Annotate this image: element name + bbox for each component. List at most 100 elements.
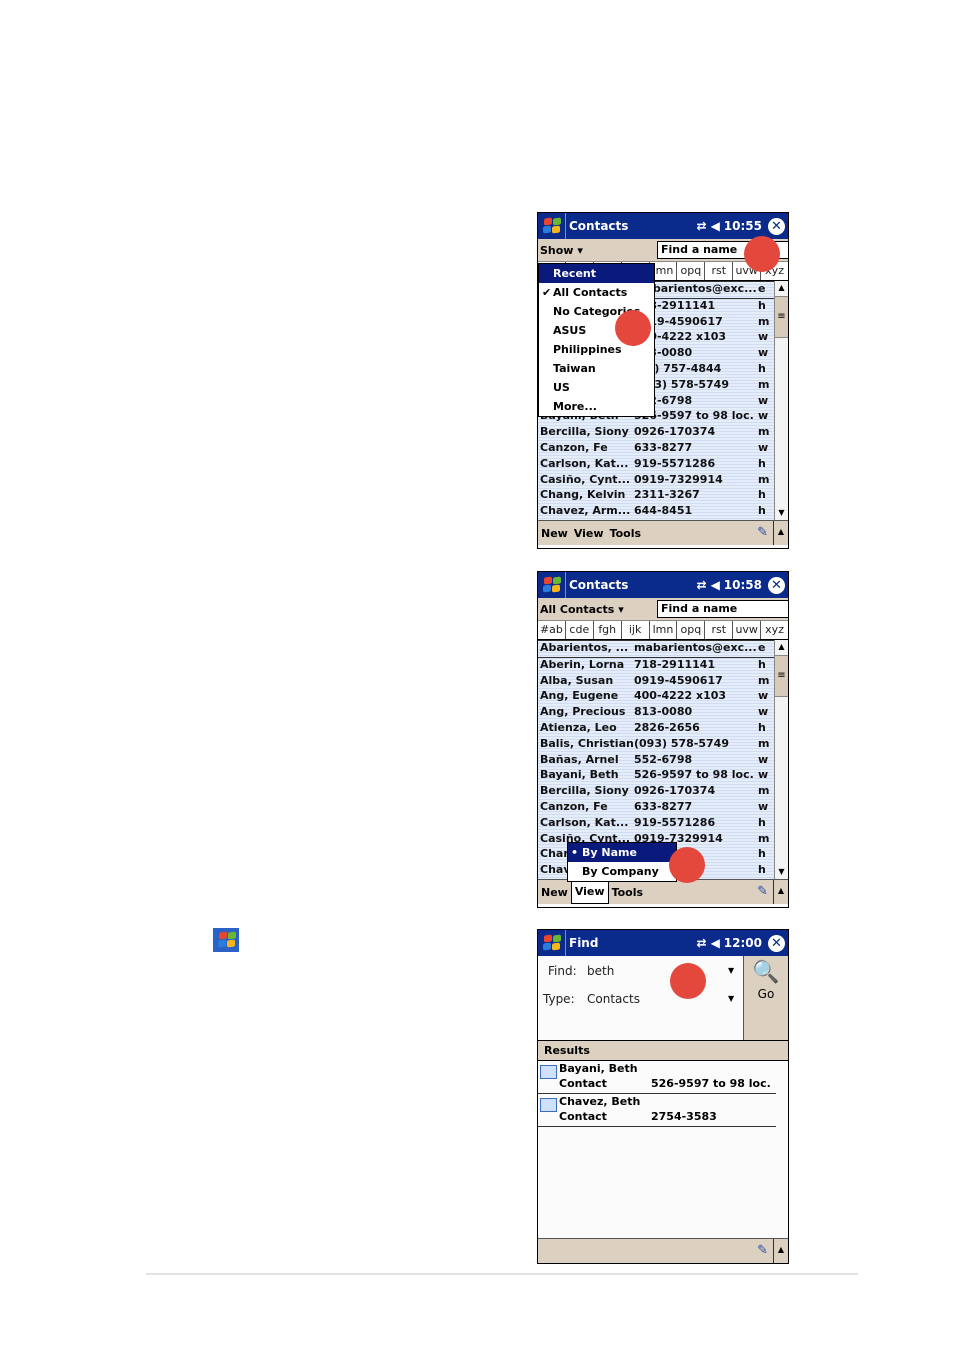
go-button[interactable]: 🔍 Go — [743, 956, 788, 1040]
contact-row[interactable]: Abarientos, ... mabarientos@exc...e — [538, 640, 788, 658]
contact-type: e — [758, 641, 766, 654]
sip-toggle-icon[interactable]: ▲ — [773, 1239, 788, 1263]
contact-row[interactable]: Balis, Christian(093) 578-5749 m — [538, 737, 788, 753]
view-menu-item[interactable]: • By Name — [568, 843, 676, 862]
view-menu-item[interactable]: By Company — [568, 862, 676, 881]
close-icon[interactable]: ✕ — [768, 217, 785, 235]
menu-bar: ✎ ▲ — [538, 1238, 788, 1263]
contact-row[interactable]: Canzon, Fe 633-8277 w — [538, 441, 788, 457]
scroll-down-icon[interactable]: ▼ — [775, 865, 788, 879]
connectivity-icon[interactable]: ⇄ — [697, 219, 707, 233]
sip-toggle-icon[interactable]: ▲ — [773, 880, 788, 904]
contact-row[interactable]: Carlson, Kat... 919-5571286 h — [538, 816, 788, 832]
start-menu-icon[interactable] — [540, 216, 562, 236]
scroll-up-icon[interactable]: ▲ — [775, 281, 788, 295]
contact-row[interactable]: Bercilla, Siony 0926-170374 m — [538, 784, 788, 800]
contact-row[interactable]: Atienza, Leo 2826-2656 h — [538, 721, 788, 737]
abc-tab[interactable]: opq — [677, 262, 706, 280]
type-dropdown-icon[interactable]: ▼ — [728, 994, 734, 1003]
result-item[interactable]: Bayani, Beth Contact 526-9597 to 98 loc. — [538, 1061, 776, 1094]
category-menu-item[interactable]: ✔ All Contacts — [539, 283, 654, 302]
contact-name: Canzon, Fe — [540, 440, 608, 454]
abc-tab[interactable]: rst — [705, 621, 734, 639]
volume-icon[interactable]: ◀ — [711, 578, 720, 592]
contact-phone: 526-9597 to 98 loc. — [634, 768, 754, 782]
contact-phone: 919-5571286 — [634, 456, 716, 470]
scrollbar[interactable]: ▲ ≡ ▼ — [774, 640, 788, 879]
scroll-thumb[interactable]: ≡ — [775, 655, 788, 697]
contact-phone: 2311-3267 — [634, 488, 700, 502]
start-menu-icon[interactable] — [540, 933, 562, 953]
contact-row[interactable]: Casiño, Cynt... 0919-7329914 m — [538, 473, 788, 489]
contact-phone: 0926-170374 — [634, 425, 716, 439]
abc-tab[interactable]: lmn — [650, 621, 678, 639]
category-menu-item[interactable]: Recent — [539, 264, 654, 283]
start-menu-icon — [213, 928, 239, 952]
menu-new[interactable]: New — [538, 886, 571, 899]
volume-icon[interactable]: ◀ — [711, 936, 720, 950]
scroll-thumb[interactable]: ≡ — [775, 296, 788, 338]
menu-tools[interactable]: Tools — [609, 886, 646, 899]
sip-toggle-icon[interactable]: ▲ — [773, 521, 788, 545]
category-menu-item[interactable]: US — [539, 378, 654, 397]
abc-tab[interactable]: cde — [566, 621, 594, 639]
close-icon[interactable]: ✕ — [768, 934, 785, 952]
title-bar: Contacts ⇄ ◀ 10:55 ✕ — [538, 213, 788, 239]
contact-row[interactable]: Bayani, Beth 526-9597 to 98 loc. w — [538, 768, 788, 784]
pen-input-icon[interactable]: ✎ — [757, 525, 768, 540]
contact-name: Aberin, Lorna — [540, 657, 625, 671]
abc-tab[interactable]: rst — [705, 262, 734, 280]
contact-phone: 919-5571286 — [634, 815, 716, 829]
clock[interactable]: 12:00 — [724, 936, 762, 950]
abc-tab[interactable]: opq — [677, 621, 706, 639]
contact-row[interactable]: Alba, Susan 0919-4590617 m — [538, 674, 788, 690]
pen-input-icon[interactable]: ✎ — [757, 1243, 768, 1258]
find-name-input[interactable]: Find a name — [657, 600, 788, 618]
show-dropdown[interactable]: Show ▾ — [538, 244, 583, 257]
clock[interactable]: 10:58 — [724, 578, 762, 592]
contact-row[interactable]: Ang, Precious 813-0080 w — [538, 705, 788, 721]
pen-input-icon[interactable]: ✎ — [757, 884, 768, 899]
volume-icon[interactable]: ◀ — [711, 219, 720, 233]
abc-tab[interactable]: uvw — [733, 621, 762, 639]
contact-card-icon — [540, 1098, 557, 1112]
find-dropdown-icon[interactable]: ▼ — [728, 966, 734, 975]
contact-row[interactable]: Aberin, Lorna 718-2911141 h — [538, 658, 788, 674]
scroll-down-icon[interactable]: ▼ — [775, 506, 788, 520]
scrollbar[interactable]: ▲ ≡ ▼ — [774, 281, 788, 520]
connectivity-icon[interactable]: ⇄ — [697, 578, 707, 592]
find-form: Find: beth ▼ Type: Contacts ▼ 🔍 Go — [538, 956, 788, 1041]
scroll-up-icon[interactable]: ▲ — [775, 640, 788, 654]
category-menu-item[interactable]: More... — [539, 397, 654, 416]
contact-phone: 0919-7329914 — [634, 472, 723, 486]
type-select[interactable]: Contacts — [587, 992, 640, 1006]
result-item[interactable]: Chavez, Beth Contact 2754-3583 — [538, 1094, 776, 1127]
abc-tab[interactable]: #ab — [538, 621, 566, 639]
close-icon[interactable]: ✕ — [768, 576, 785, 594]
contact-row[interactable]: Bañas, Arnel 552-6798 w — [538, 753, 788, 769]
find-input[interactable]: beth — [587, 964, 614, 978]
menu-view[interactable]: View — [571, 527, 607, 540]
abc-tab[interactable]: ijk — [622, 621, 650, 639]
menu-item-label: US — [553, 381, 570, 394]
alphabet-tabs: #ab cde fgh ijk lmn opq rst uvw xyz — [538, 620, 788, 640]
result-name: Chavez, Beth — [559, 1095, 641, 1108]
abc-tab[interactable]: xyz — [761, 621, 788, 639]
contact-row[interactable]: Chavez, Arm... 644-8451 h — [538, 504, 788, 520]
category-dropdown[interactable]: All Contacts ▾ — [538, 603, 624, 616]
contact-row[interactable]: Ang, Eugene 400-4222 x103 w — [538, 689, 788, 705]
menu-view[interactable]: View — [570, 880, 609, 904]
start-menu-icon[interactable] — [540, 575, 562, 595]
connectivity-icon[interactable]: ⇄ — [697, 936, 707, 950]
menu-bar: New View Tools ✎ ▲ — [538, 879, 788, 904]
contact-row[interactable]: Bercilla, Siony 0926-170374 m — [538, 425, 788, 441]
category-menu-item[interactable]: Taiwan — [539, 359, 654, 378]
title-bar: Contacts ⇄ ◀ 10:58 ✕ — [538, 572, 788, 598]
menu-new[interactable]: New — [538, 527, 571, 540]
contact-row[interactable]: Carlson, Kat... 919-5571286 h — [538, 457, 788, 473]
menu-tools[interactable]: Tools — [607, 527, 644, 540]
contact-row[interactable]: Chang, Kelvin 2311-3267 h — [538, 488, 788, 504]
contact-row[interactable]: Canzon, Fe 633-8277 w — [538, 800, 788, 816]
abc-tab[interactable]: fgh — [594, 621, 622, 639]
clock[interactable]: 10:55 — [724, 219, 762, 233]
